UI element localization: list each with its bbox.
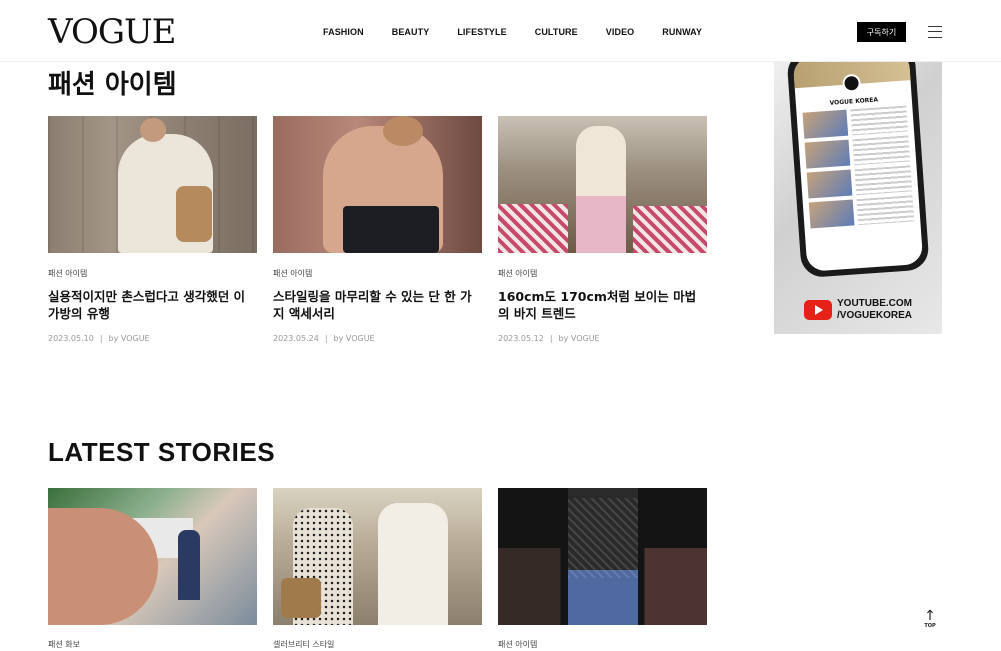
nav-video[interactable]: VIDEO (606, 27, 635, 37)
youtube-url-line1: YOUTUBE.COM (837, 298, 912, 309)
article-category[interactable]: 패션 아이템 (498, 639, 707, 650)
main-nav: FASHION BEAUTY LIFESTYLE CULTURE VIDEO R… (323, 27, 730, 37)
article-card[interactable]: 패션 아이템 실용적이지만 촌스럽다고 생각했던 이 가방의 유행 2023.0… (48, 116, 257, 343)
subscribe-button[interactable]: 구독하기 (857, 22, 906, 42)
vogue-logo[interactable]: VOGUE (48, 12, 176, 52)
youtube-link[interactable]: YOUTUBE.COM /VOGUEKOREA (804, 298, 912, 322)
youtube-url: YOUTUBE.COM /VOGUEKOREA (837, 298, 912, 322)
nav-lifestyle[interactable]: LIFESTYLE (457, 27, 506, 37)
article-meta: 2023.05.12 | by VOGUE (498, 334, 600, 343)
article-byline: by VOGUE (333, 334, 375, 343)
nav-runway[interactable]: RUNWAY (662, 27, 702, 37)
article-thumbnail[interactable] (48, 116, 257, 253)
youtube-ad-banner[interactable]: VOGUE KOREA YOUTUBE.COM /VOGUEKOREA (774, 62, 942, 334)
article-card[interactable]: 셀러브리티 스타일 (273, 488, 482, 650)
site-header: VOGUE FASHION BEAUTY LIFESTYLE CULTURE V… (0, 0, 1001, 62)
article-headline[interactable]: 실용적이지만 촌스럽다고 생각했던 이 가방의 유행 (48, 288, 257, 322)
nav-beauty[interactable]: BEAUTY (392, 27, 430, 37)
nav-culture[interactable]: CULTURE (535, 27, 578, 37)
article-thumbnail[interactable] (273, 488, 482, 625)
article-headline[interactable]: 160cm도 170cm처럼 보이는 마법의 바지 트렌드 (498, 288, 707, 322)
article-category[interactable]: 셀러브리티 스타일 (273, 639, 482, 650)
article-thumbnail[interactable] (498, 116, 707, 253)
article-card[interactable]: 패션 화보 (48, 488, 257, 650)
article-category[interactable]: 패션 아이템 (498, 268, 707, 279)
article-card[interactable]: 패션 아이템 (498, 488, 707, 650)
article-date: 2023.05.12 (498, 334, 544, 343)
hamburger-menu-icon[interactable] (928, 26, 942, 38)
article-meta: 2023.05.10 | by VOGUE (48, 334, 150, 343)
article-date: 2023.05.10 (48, 334, 94, 343)
article-byline: by VOGUE (558, 334, 600, 343)
youtube-url-line2: /VOGUEKOREA (837, 310, 913, 321)
phone-mockup: VOGUE KOREA (786, 62, 930, 279)
article-card[interactable]: 패션 아이템 스타일링을 마무리할 수 있는 단 한 가지 액세서리 2023.… (273, 116, 482, 343)
article-card[interactable]: 패션 아이템 160cm도 170cm처럼 보이는 마법의 바지 트렌드 202… (498, 116, 707, 343)
article-headline[interactable]: 스타일링을 마무리할 수 있는 단 한 가지 액세서리 (273, 288, 482, 322)
nav-fashion[interactable]: FASHION (323, 27, 364, 37)
youtube-icon (804, 300, 832, 320)
article-thumbnail[interactable] (273, 116, 482, 253)
article-thumbnail[interactable] (48, 488, 257, 625)
arrow-up-icon: ↑ (924, 608, 936, 624)
scroll-to-top-button[interactable]: ↑ TOP (921, 609, 939, 633)
phone-screen: VOGUE KOREA (792, 62, 924, 272)
article-thumbnail[interactable] (498, 488, 707, 625)
top-label: TOP (924, 623, 936, 629)
section-title-fashion-items: 패션 아이템 (48, 70, 177, 100)
article-date: 2023.05.24 (273, 334, 319, 343)
section-title-latest-stories: LATEST STORIES (48, 437, 276, 467)
article-category[interactable]: 패션 아이템 (273, 268, 482, 279)
article-byline: by VOGUE (108, 334, 150, 343)
article-category[interactable]: 패션 화보 (48, 639, 257, 650)
article-meta: 2023.05.24 | by VOGUE (273, 334, 375, 343)
article-category[interactable]: 패션 아이템 (48, 268, 257, 279)
channel-avatar (841, 73, 862, 93)
